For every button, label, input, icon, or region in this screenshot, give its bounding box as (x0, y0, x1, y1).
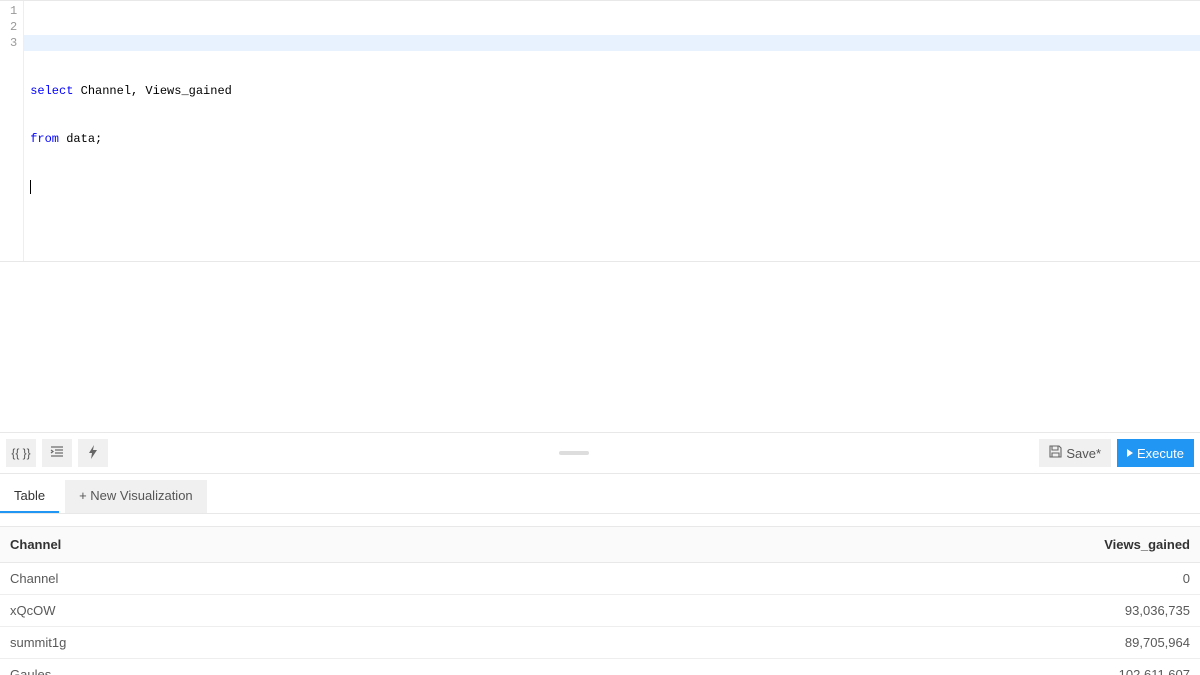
tab-new-visualization[interactable]: + New Visualization (65, 480, 207, 513)
visualization-tabs: Table + New Visualization (0, 474, 1200, 514)
editor-gutter: 1 2 3 (0, 1, 24, 261)
save-icon (1049, 445, 1062, 461)
table-row[interactable]: xQcOW93,036,735 (0, 595, 1200, 627)
editor-toolbar: {{ }} Save* Execute (0, 432, 1200, 474)
resize-handle[interactable] (559, 451, 589, 455)
format-braces-button[interactable]: {{ }} (6, 439, 36, 467)
active-line-highlight (24, 35, 1200, 51)
table-row[interactable]: Channel0 (0, 563, 1200, 595)
execute-button[interactable]: Execute (1117, 439, 1194, 467)
results-scroll[interactable]: Channel Views_gained Channel0 xQcOW93,03… (0, 526, 1200, 675)
results-panel: Channel Views_gained Channel0 xQcOW93,03… (0, 526, 1200, 675)
table-row[interactable]: Gaules102,611,607 (0, 659, 1200, 675)
format-indent-button[interactable] (42, 439, 72, 467)
table-header-row: Channel Views_gained (0, 527, 1200, 563)
indent-icon (50, 446, 64, 461)
column-header-channel[interactable]: Channel (0, 527, 840, 563)
tab-table[interactable]: Table (0, 480, 59, 513)
sql-editor[interactable]: 1 2 3 select Channel, Views_gained from … (0, 0, 1200, 262)
autocomplete-button[interactable] (78, 439, 108, 467)
editor-code[interactable]: select Channel, Views_gained from data; (24, 1, 1200, 261)
table-row[interactable]: summit1g89,705,964 (0, 627, 1200, 659)
editor-empty-space (0, 262, 1200, 432)
play-icon (1127, 449, 1133, 457)
column-header-views[interactable]: Views_gained (840, 527, 1200, 563)
save-button[interactable]: Save* (1039, 439, 1111, 467)
results-table: Channel Views_gained Channel0 xQcOW93,03… (0, 526, 1200, 675)
lightning-icon (88, 445, 98, 462)
text-cursor (30, 180, 31, 194)
